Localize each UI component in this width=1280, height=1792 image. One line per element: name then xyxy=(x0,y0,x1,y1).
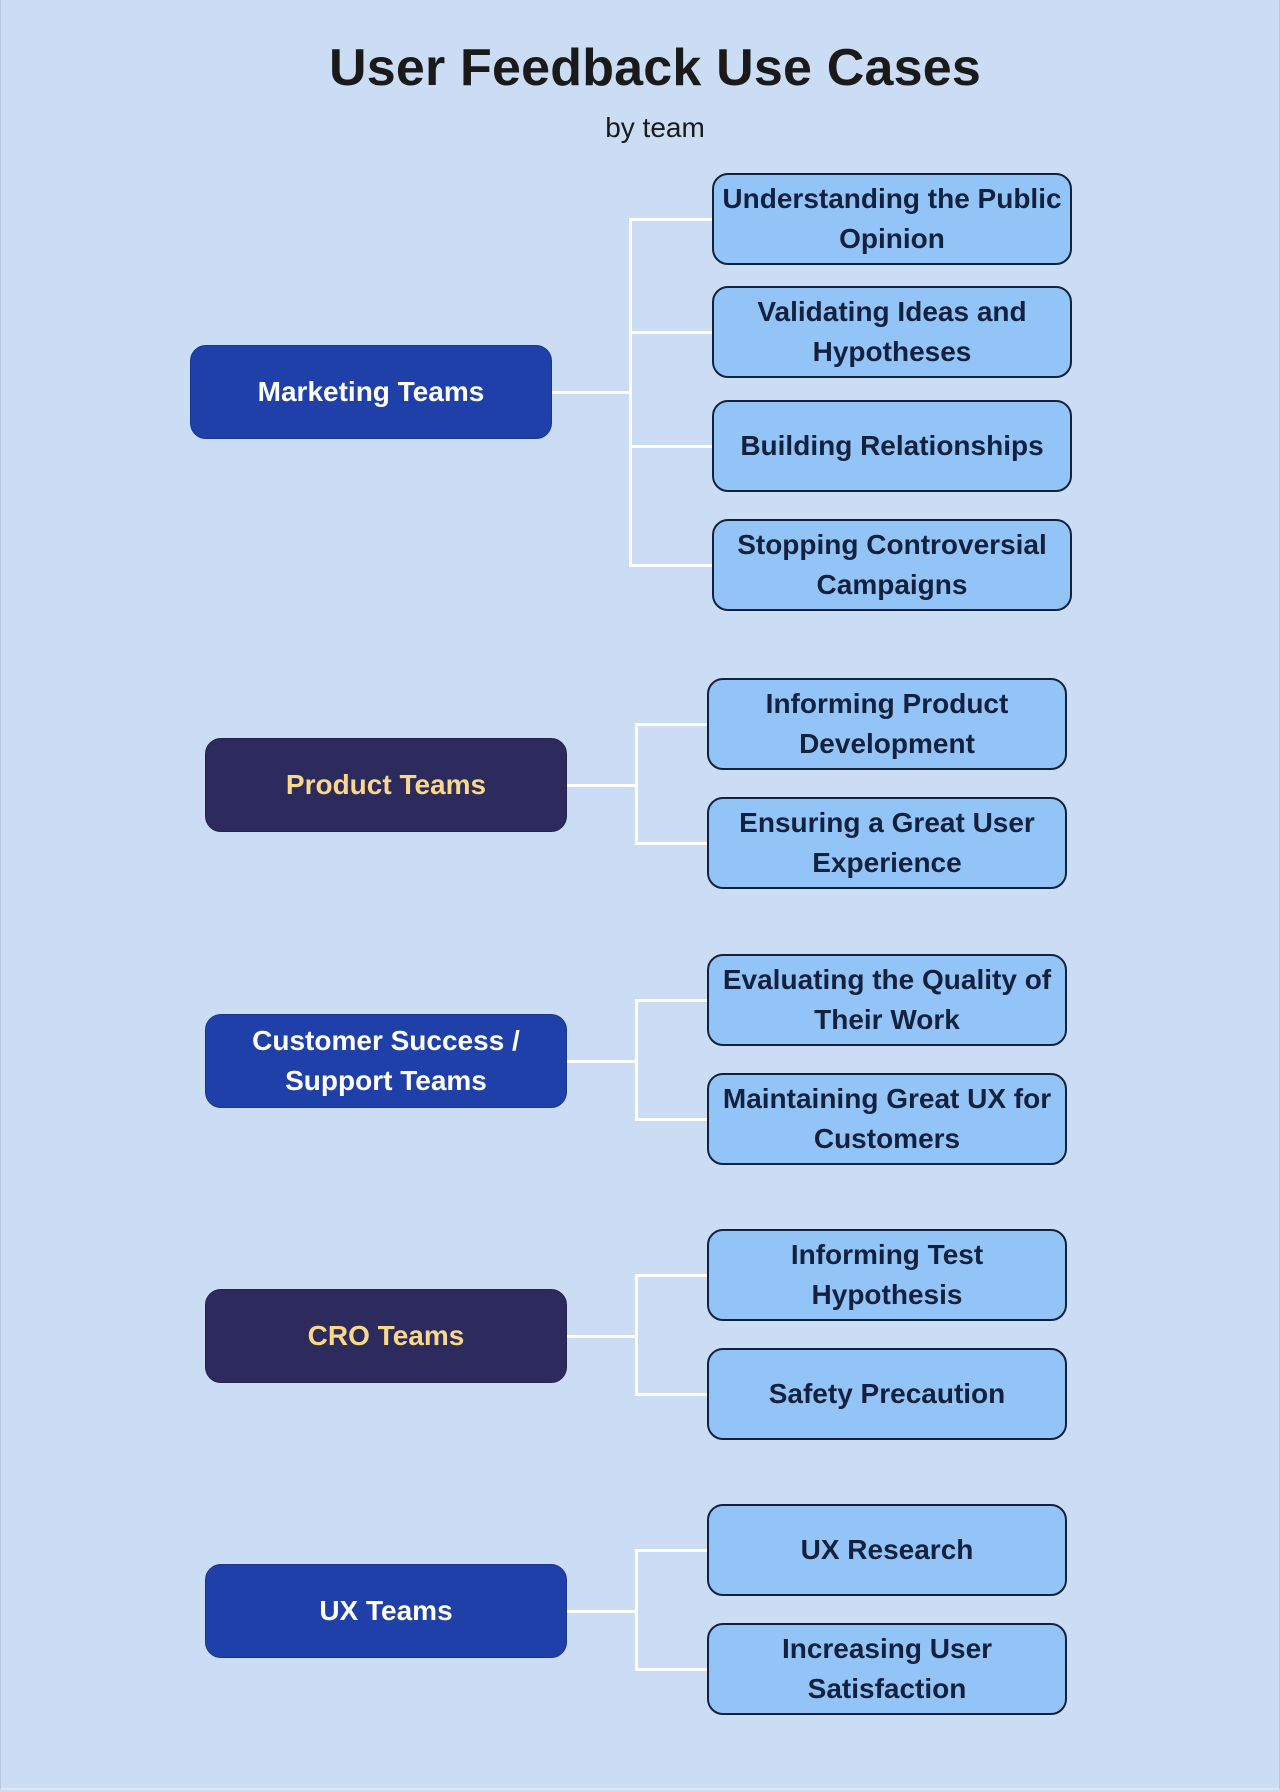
team-node-customer-success-support-teams: Customer Success / Support Teams xyxy=(205,1014,567,1108)
connector-branch xyxy=(630,444,712,448)
use-case-node: UX Research xyxy=(707,1504,1067,1596)
team-node-ux-teams: UX Teams xyxy=(205,1564,567,1658)
use-case-node: Understanding the Public Opinion xyxy=(712,173,1072,265)
use-case-node: Increasing User Satisfaction xyxy=(707,1623,1067,1715)
diagram-frame xyxy=(0,0,1280,1790)
use-case-node: Evaluating the Quality of Their Work xyxy=(707,954,1067,1046)
connector-branch xyxy=(636,1548,707,1552)
use-case-node: Informing Product Development xyxy=(707,678,1067,770)
connector-trunk-marketing-teams xyxy=(628,217,632,567)
team-node-cro-teams: CRO Teams xyxy=(205,1289,567,1383)
connector-branch xyxy=(636,1273,707,1277)
connector-trunk-ux-teams xyxy=(634,1548,638,1671)
connector-branch xyxy=(636,722,707,726)
connector-team-ux-teams xyxy=(567,1609,636,1613)
use-case-node: Informing Test Hypothesis xyxy=(707,1229,1067,1321)
connector-branch xyxy=(636,998,707,1002)
diagram-title: User Feedback Use Cases xyxy=(328,39,982,97)
connector-branch xyxy=(630,217,712,221)
connector-branch xyxy=(636,1667,707,1671)
use-case-node: Ensuring a Great User Experience xyxy=(707,797,1067,889)
connector-branch xyxy=(630,330,712,334)
connector-branch xyxy=(636,1392,707,1396)
connector-team-cro-teams xyxy=(567,1334,636,1338)
use-case-node: Maintaining Great UX for Customers xyxy=(707,1073,1067,1165)
connector-trunk-cro-teams xyxy=(634,1273,638,1396)
connector-branch xyxy=(630,563,712,567)
team-node-product-teams: Product Teams xyxy=(205,738,567,832)
connector-team-marketing-teams xyxy=(552,390,630,394)
connector-trunk-product-teams xyxy=(634,722,638,845)
connector-trunk-customer-success-support-teams xyxy=(634,998,638,1121)
diagram-subtitle: by team xyxy=(605,112,705,143)
connector-team-product-teams xyxy=(567,783,636,787)
use-case-node: Safety Precaution xyxy=(707,1348,1067,1440)
use-case-node: Stopping Controversial Campaigns xyxy=(712,519,1072,611)
use-case-node: Validating Ideas and Hypotheses xyxy=(712,286,1072,378)
connector-branch xyxy=(636,1117,707,1121)
connector-branch xyxy=(636,841,707,845)
use-case-node: Building Relationships xyxy=(712,400,1072,492)
connector-team-customer-success-support-teams xyxy=(567,1059,636,1063)
team-node-marketing-teams: Marketing Teams xyxy=(190,345,552,439)
